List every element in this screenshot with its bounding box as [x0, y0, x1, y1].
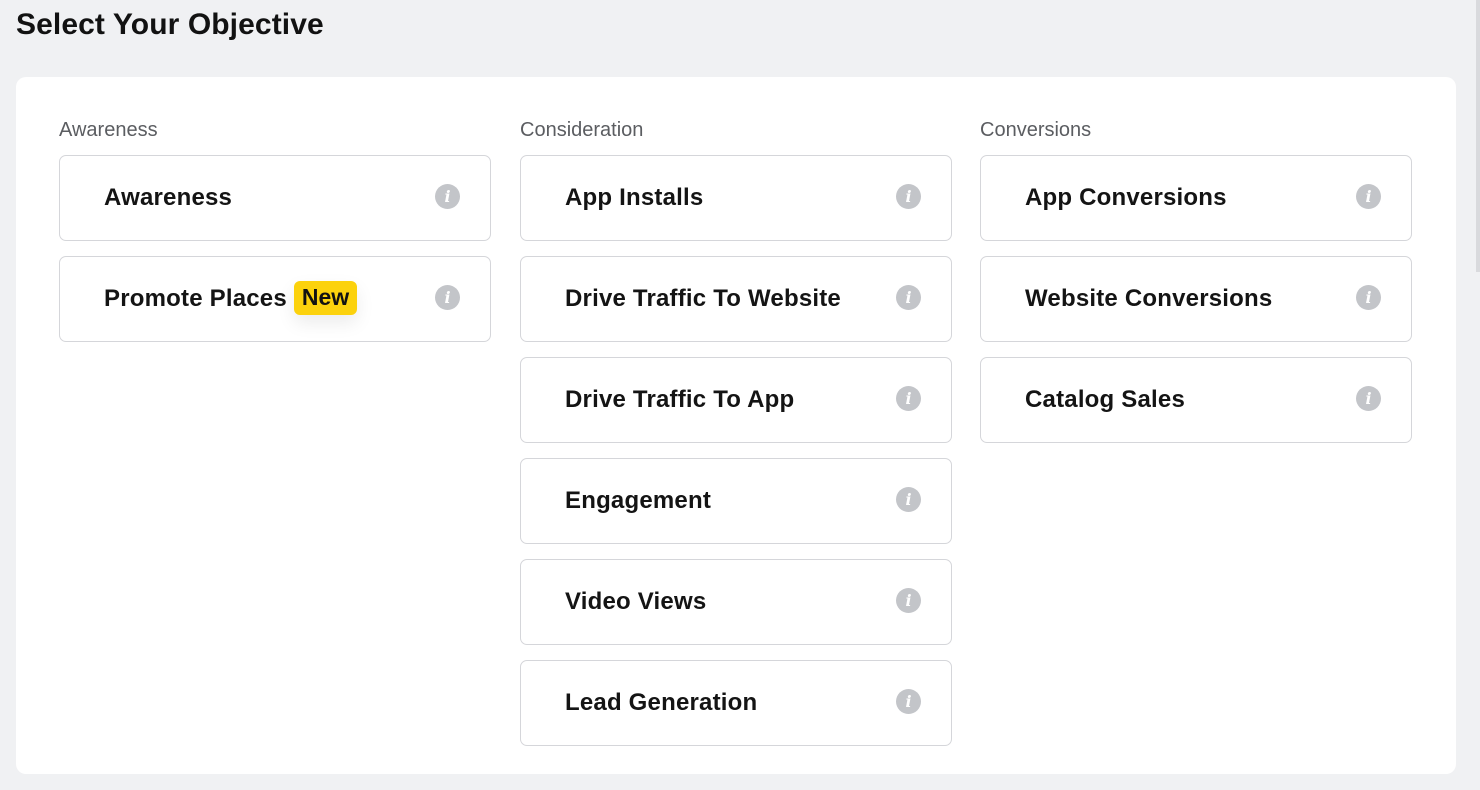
objective-card-video-views[interactable]: Video Views i: [520, 559, 952, 645]
objective-label: Lead Generation: [565, 689, 758, 716]
info-icon[interactable]: i: [896, 588, 921, 613]
objective-label: App Conversions: [1025, 184, 1227, 211]
objective-label: Drive Traffic To App: [565, 386, 795, 413]
objective-card-drive-traffic-to-website[interactable]: Drive Traffic To Website i: [520, 256, 952, 342]
objective-label: Drive Traffic To Website: [565, 285, 841, 312]
objective-label: App Installs: [565, 184, 704, 211]
objective-label: Video Views: [565, 588, 707, 615]
new-badge: New: [293, 281, 358, 315]
info-icon[interactable]: i: [896, 184, 921, 209]
objective-card-app-conversions[interactable]: App Conversions i: [980, 155, 1412, 241]
info-icon[interactable]: i: [896, 689, 921, 714]
page-title: Select Your Objective: [16, 8, 324, 41]
objective-card-awareness[interactable]: Awareness i: [59, 155, 491, 241]
objective-card-promote-places[interactable]: Promote Places New i: [59, 256, 491, 342]
objective-card-lead-generation[interactable]: Lead Generation i: [520, 660, 952, 746]
awareness-column: Awareness Awareness i Promote Places New…: [59, 117, 491, 357]
objective-label: Website Conversions: [1025, 285, 1273, 312]
info-icon[interactable]: i: [896, 487, 921, 512]
scrollbar[interactable]: [1476, 0, 1480, 272]
info-icon[interactable]: i: [435, 285, 460, 310]
objective-label: Awareness: [104, 184, 233, 211]
column-heading: Awareness: [59, 119, 158, 141]
objective-card-drive-traffic-to-app[interactable]: Drive Traffic To App i: [520, 357, 952, 443]
info-icon[interactable]: i: [1356, 285, 1381, 310]
conversions-column: Conversions App Conversions i Website Co…: [980, 117, 1412, 458]
objective-card-engagement[interactable]: Engagement i: [520, 458, 952, 544]
objective-card-website-conversions[interactable]: Website Conversions i: [980, 256, 1412, 342]
objective-label: Promote Places: [104, 285, 287, 312]
objective-panel: Awareness Awareness i Promote Places New…: [16, 77, 1456, 774]
info-icon[interactable]: i: [896, 386, 921, 411]
column-heading: Conversions: [980, 119, 1092, 141]
info-icon[interactable]: i: [435, 184, 460, 209]
info-icon[interactable]: i: [1356, 386, 1381, 411]
objective-label: Engagement: [565, 487, 712, 514]
consideration-column: Consideration App Installs i Drive Traff…: [520, 117, 952, 761]
objective-card-catalog-sales[interactable]: Catalog Sales i: [980, 357, 1412, 443]
info-icon[interactable]: i: [1356, 184, 1381, 209]
column-heading: Consideration: [520, 119, 644, 141]
info-icon[interactable]: i: [896, 285, 921, 310]
objective-card-app-installs[interactable]: App Installs i: [520, 155, 952, 241]
objective-label: Catalog Sales: [1025, 386, 1185, 413]
